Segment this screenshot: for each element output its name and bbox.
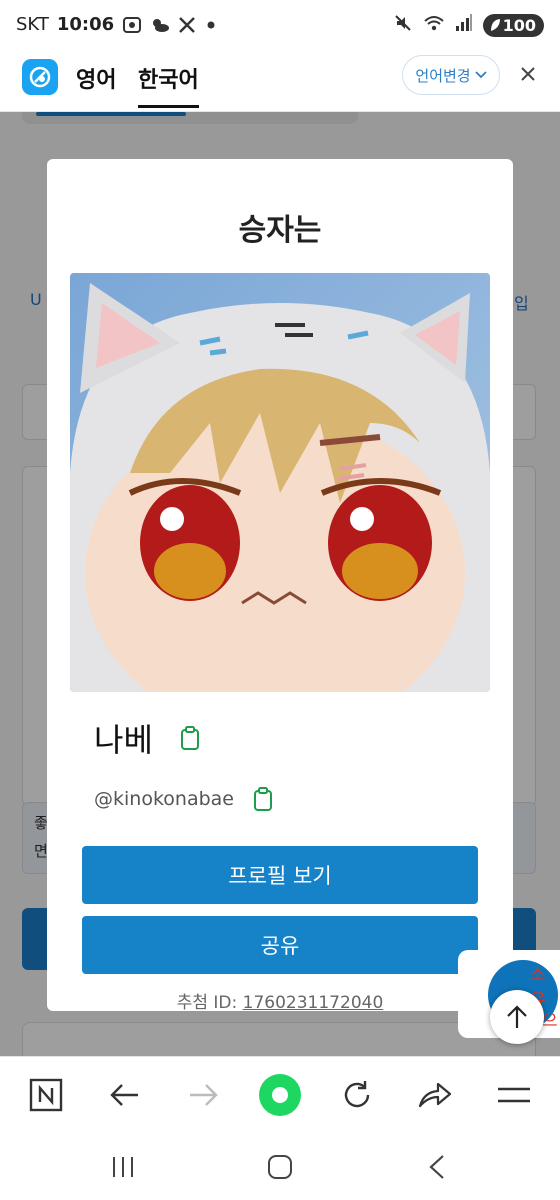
scroll-to-top-button[interactable] [490,990,544,1044]
x-app-icon [178,16,198,34]
arrow-up-icon [507,1005,527,1028]
wifi-icon [423,13,445,37]
entry-id-value[interactable]: 1760231172040 [243,993,384,1011]
copy-handle-button[interactable] [252,787,274,811]
home-icon[interactable] [265,1152,295,1182]
entry-id-label: 추첨 ID: [176,993,243,1011]
tab-korean[interactable]: 한국어 [138,62,199,108]
change-language-label: 언어변경 [415,66,471,85]
tab-english[interactable]: 영어 [76,62,116,94]
status-bar: SKT 10:06 100 [0,0,560,50]
leaf-icon [490,19,500,31]
reload-icon[interactable] [339,1077,375,1113]
menu-icon[interactable] [496,1077,532,1113]
close-translation-button[interactable] [516,62,540,86]
papago-logo-icon [22,59,58,95]
share-button[interactable]: 공유 [82,916,478,974]
recent-apps-icon[interactable] [108,1152,138,1182]
close-icon [521,67,535,81]
dot-icon [206,16,216,34]
modal-title: 승자는 [238,213,322,248]
status-right: 100 [393,13,544,37]
signal-icon [455,13,473,37]
copy-name-button[interactable] [179,726,201,750]
naver-n-icon[interactable] [28,1077,64,1113]
side-chip-text-2: 으 [542,1011,558,1031]
screenshot-icon [122,16,142,34]
clock: 10:06 [56,14,115,35]
winner-name: 나베 [94,721,153,759]
clipboard-icon [180,726,199,750]
status-left: SKT 10:06 [16,14,216,35]
battery-indicator: 100 [482,13,544,37]
winner-modal: 승자는 나베 @kinokonabae 프로필 보기 공유 추첨 ID: 176… [47,159,513,1011]
mute-icon [393,13,413,37]
back-icon[interactable] [422,1152,452,1182]
back-arrow-icon[interactable] [107,1077,143,1113]
carrier-label: SKT [16,14,49,35]
battery-level: 100 [502,15,536,35]
winner-handle-row: @kinokonabae [94,787,274,811]
share-icon[interactable] [417,1077,453,1113]
winner-handle: @kinokonabae [94,788,234,810]
forward-arrow-icon [185,1077,221,1113]
system-nav-bar [0,1132,560,1200]
weather-icon [150,16,170,34]
winner-name-row: 나베 [94,715,201,761]
browser-toolbar [0,1056,560,1132]
view-profile-button[interactable]: 프로필 보기 [82,846,478,904]
record-icon[interactable] [258,1073,302,1117]
entry-id: 추첨 ID: 1760231172040 [47,988,513,1011]
translation-bar: 영어 한국어 언어변경 [0,50,560,112]
change-language-button[interactable]: 언어변경 [402,55,500,95]
chevron-down-icon [474,71,487,79]
winner-profile-photo [70,273,490,692]
clipboard-icon [253,787,272,811]
